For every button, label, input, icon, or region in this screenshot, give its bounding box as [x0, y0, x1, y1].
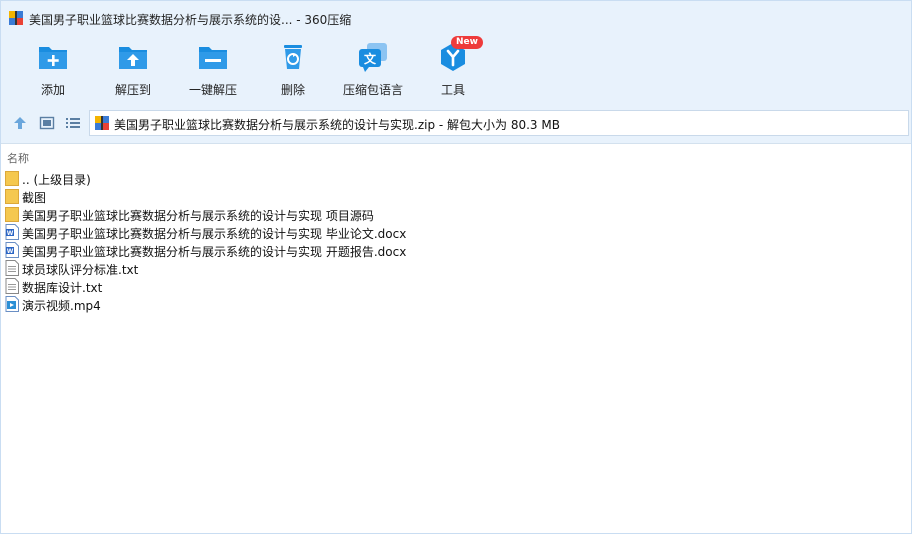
word-document-icon: W	[5, 242, 19, 258]
add-label: 添加	[40, 83, 65, 97]
tools-button[interactable]: New 工具	[411, 36, 495, 99]
new-badge: New	[451, 36, 483, 49]
file-name: 数据库设计.txt	[22, 281, 103, 295]
folder-icon	[5, 188, 19, 204]
thumbnail-view-icon[interactable]	[39, 115, 55, 131]
folder-icon	[5, 170, 19, 186]
delete-button[interactable]: 删除	[251, 39, 335, 99]
file-list: .. (上级目录) 截图美国男子职业篮球比赛数据分析与展示系统的设计与实现 项目源…	[1, 169, 911, 313]
file-name: 美国男子职业篮球比赛数据分析与展示系统的设计与实现 毕业论文.docx	[22, 227, 407, 241]
file-list-item[interactable]: W 美国男子职业篮球比赛数据分析与展示系统的设计与实现 毕业论文.docx	[1, 223, 911, 241]
tools-label: 工具	[440, 83, 465, 97]
file-list-item[interactable]: W 美国男子职业篮球比赛数据分析与展示系统的设计与实现 开题报告.docx	[1, 241, 911, 259]
toolbar: 添加 解压到 一键解压 删除 文 压缩包语言 New 工具	[1, 35, 911, 103]
archive-app-icon	[9, 11, 23, 25]
one-click-extract-label: 一键解压	[188, 83, 237, 97]
file-name: .. (上级目录)	[22, 173, 91, 187]
file-list-item[interactable]: 美国男子职业篮球比赛数据分析与展示系统的设计与实现 项目源码	[1, 205, 911, 223]
archive-language-button[interactable]: 文 压缩包语言	[331, 39, 415, 99]
file-list-item[interactable]: .. (上级目录)	[1, 169, 911, 187]
recycle-bin-icon	[284, 45, 302, 69]
title-bar: 美国男子职业篮球比赛数据分析与展示系统的设... - 360压缩	[1, 1, 911, 35]
svg-text:文: 文	[364, 51, 377, 66]
delete-label: 删除	[280, 83, 305, 97]
path-field[interactable]: 美国男子职业篮球比赛数据分析与展示系统的设计与实现.zip - 解包大小为 80…	[89, 110, 909, 136]
extract-to-button[interactable]: 解压到	[91, 39, 175, 99]
add-folder-icon	[39, 47, 67, 69]
quick-extract-folder-icon	[199, 47, 227, 69]
file-list-item[interactable]: 截图	[1, 187, 911, 205]
file-list-item[interactable]: 演示视频.mp4	[1, 295, 911, 313]
column-name-label: 名称	[7, 152, 29, 165]
svg-text:W: W	[7, 230, 14, 237]
address-bar: 美国男子职业篮球比赛数据分析与展示系统的设计与实现.zip - 解包大小为 80…	[1, 103, 911, 144]
column-header-name[interactable]: 名称	[1, 145, 911, 167]
word-document-icon: W	[5, 224, 19, 240]
file-name: 美国男子职业篮球比赛数据分析与展示系统的设计与实现 开题报告.docx	[22, 245, 407, 259]
app-window: 美国男子职业篮球比赛数据分析与展示系统的设... - 360压缩 添加 解压到	[0, 0, 912, 534]
file-list-item[interactable]: 数据库设计.txt	[1, 277, 911, 295]
file-list-item[interactable]: 球员球队评分标准.txt	[1, 259, 911, 277]
text-file-icon	[5, 260, 19, 276]
svg-text:W: W	[7, 248, 14, 255]
archive-language-label: 压缩包语言	[342, 83, 403, 97]
zip-archive-icon	[95, 116, 109, 130]
up-arrow-icon[interactable]	[12, 115, 28, 131]
add-button[interactable]: 添加	[11, 39, 95, 99]
one-click-extract-button[interactable]: 一键解压	[171, 39, 255, 99]
window-title: 美国男子职业篮球比赛数据分析与展示系统的设... - 360压缩	[29, 13, 352, 27]
extract-to-label: 解压到	[114, 83, 151, 97]
folder-icon	[5, 206, 19, 222]
file-name: 演示视频.mp4	[22, 299, 101, 313]
extract-folder-icon	[119, 47, 147, 69]
text-file-icon	[5, 278, 19, 294]
video-file-icon	[5, 296, 19, 312]
file-name: 球员球队评分标准.txt	[22, 263, 139, 277]
archive-path: 美国男子职业篮球比赛数据分析与展示系统的设计与实现.zip - 解包大小为 80…	[114, 118, 560, 132]
list-view-icon[interactable]	[65, 115, 81, 131]
file-name: 截图	[22, 191, 47, 205]
language-icon: 文	[359, 43, 387, 72]
file-name: 美国男子职业篮球比赛数据分析与展示系统的设计与实现 项目源码	[22, 209, 374, 223]
